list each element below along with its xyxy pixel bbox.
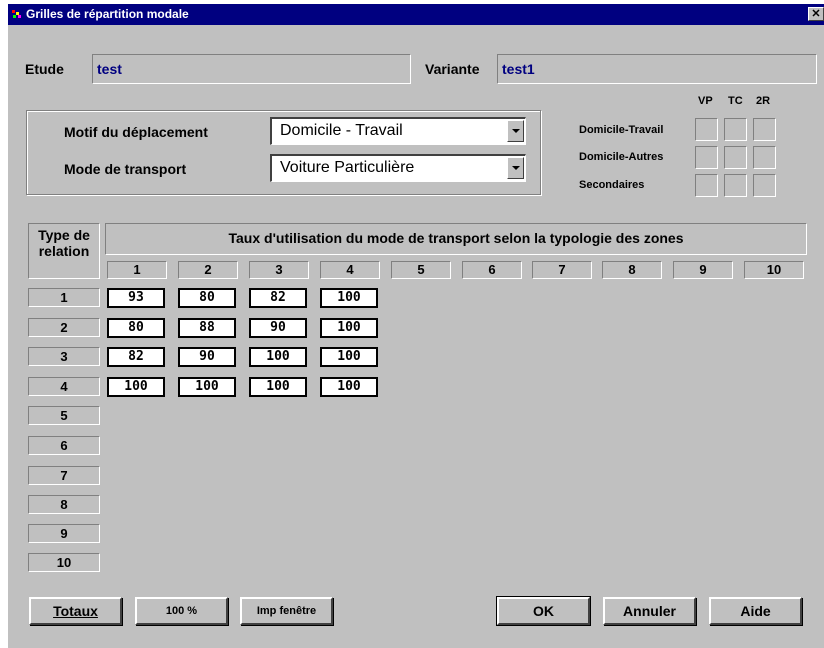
mode-select[interactable]: Voiture Particulière [270,154,526,182]
row-header: 6 [28,436,100,455]
2r-header: 2R [756,95,771,107]
chevron-down-icon[interactable] [507,157,524,179]
row-header: 9 [28,524,100,543]
motif-select[interactable]: Domicile - Travail [270,117,526,145]
column-header: 10 [744,261,804,279]
grid-cell[interactable]: 82 [107,347,165,367]
column-header: 8 [602,261,662,279]
totaux-button[interactable]: Totaux [29,597,122,625]
mode-checkbox[interactable] [724,118,747,141]
100-percent-button[interactable]: 100 % [135,597,228,625]
ok-button[interactable]: OK [496,596,591,626]
grid-cell[interactable]: 90 [249,318,307,338]
motif-value: Domicile - Travail [280,122,403,139]
mode-label: Mode de transport [64,161,187,177]
row-header: 2 [28,318,100,337]
grid-cell[interactable]: 90 [178,347,236,367]
purpose-label: Domicile-Travail [579,124,664,136]
mode-checkbox[interactable] [695,118,718,141]
chevron-down-icon[interactable] [507,120,524,142]
etude-label: Etude [25,61,64,77]
row-header: 7 [28,466,100,485]
grid-cell[interactable]: 93 [107,288,165,308]
mode-checkbox[interactable] [695,146,718,169]
purpose-label: Secondaires [579,179,645,191]
column-header: 1 [107,261,167,279]
grid-cell[interactable]: 100 [178,377,236,397]
etude-field: test [92,54,411,84]
grid-cell[interactable]: 82 [249,288,307,308]
annuler-button[interactable]: Annuler [603,597,696,625]
row-header: 3 [28,347,100,366]
tc-header: TC [728,95,743,107]
column-header: 4 [320,261,380,279]
window-title: Grilles de répartition modale [26,7,189,21]
variante-field: test1 [497,54,817,84]
row-header: 1 [28,288,100,307]
totaux-label: Totaux [53,603,98,619]
mode-checkbox[interactable] [753,174,776,197]
row-header: 5 [28,406,100,425]
grid-cell[interactable]: 100 [249,347,307,367]
mode-value: Voiture Particulière [280,159,415,176]
close-icon[interactable]: ✕ [808,7,824,21]
column-header: 6 [462,261,522,279]
mode-checkbox[interactable] [695,174,718,197]
grid-cell[interactable]: 100 [320,288,378,308]
column-header: 3 [249,261,309,279]
mode-checkbox[interactable] [724,146,747,169]
grid-cell[interactable]: 100 [320,377,378,397]
column-header: 7 [532,261,592,279]
aide-button[interactable]: Aide [709,597,802,625]
row-header: 8 [28,495,100,514]
column-header: 2 [178,261,238,279]
mode-checkbox[interactable] [753,146,776,169]
imp-fenetre-button[interactable]: Imp fenêtre [240,597,333,625]
grid-cell[interactable]: 80 [178,288,236,308]
vp-header: VP [698,95,713,107]
purpose-label: Domicile-Autres [579,151,664,163]
grid-cell[interactable]: 88 [178,318,236,338]
column-header: 9 [673,261,733,279]
column-header: 5 [391,261,451,279]
row-header: 4 [28,377,100,396]
mode-checkbox[interactable] [724,174,747,197]
taux-header: Taux d'utilisation du mode de transport … [105,223,807,255]
app-icon [12,10,21,18]
motif-label: Motif du déplacement [64,124,208,140]
title-bar[interactable]: Grilles de répartition modale ✕ [8,4,824,25]
variante-label: Variante [425,61,480,77]
mode-checkbox[interactable] [753,118,776,141]
grid-cell[interactable]: 100 [107,377,165,397]
grid-cell[interactable]: 80 [107,318,165,338]
grid-cell[interactable]: 100 [320,318,378,338]
grid-cell[interactable]: 100 [320,347,378,367]
type-relation-header: Type de relation [28,223,100,279]
row-header: 10 [28,553,100,572]
grid-cell[interactable]: 100 [249,377,307,397]
